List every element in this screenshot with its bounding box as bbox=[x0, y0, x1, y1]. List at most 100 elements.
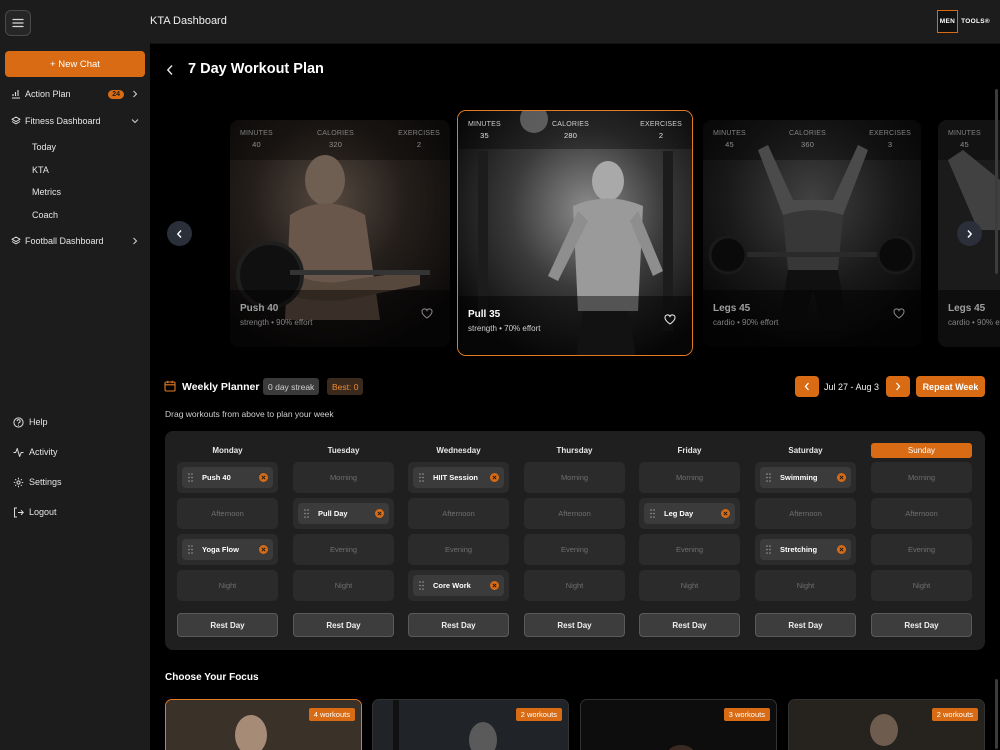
remove-icon[interactable] bbox=[259, 545, 268, 554]
remove-icon[interactable] bbox=[721, 509, 730, 518]
back-arrow-icon[interactable] bbox=[164, 63, 176, 77]
heart-icon[interactable] bbox=[420, 306, 434, 320]
scheduled-workout-slot[interactable]: HIIT Session bbox=[408, 462, 509, 493]
sidebar-item-football-dashboard[interactable]: Football Dashboard bbox=[10, 233, 140, 249]
empty-time-slot[interactable]: Afternoon bbox=[755, 498, 856, 529]
drag-handle-icon[interactable] bbox=[765, 473, 772, 483]
workout-pill[interactable]: Swimming bbox=[760, 467, 851, 488]
sidebar-item-label: Action Plan bbox=[25, 89, 71, 99]
empty-time-slot[interactable]: Evening bbox=[408, 534, 509, 565]
empty-time-slot[interactable]: Afternoon bbox=[177, 498, 278, 529]
sidebar-settings[interactable]: Settings bbox=[12, 475, 62, 489]
drag-handle-icon[interactable] bbox=[418, 473, 425, 483]
empty-time-slot[interactable]: Evening bbox=[871, 534, 972, 565]
empty-time-slot[interactable]: Morning bbox=[639, 462, 740, 493]
page-scrollbar[interactable] bbox=[995, 679, 998, 749]
drag-handle-icon[interactable] bbox=[649, 509, 656, 519]
empty-time-slot[interactable]: Morning bbox=[293, 462, 394, 493]
logout-icon bbox=[12, 506, 24, 518]
remove-icon[interactable] bbox=[375, 509, 384, 518]
scheduled-workout-slot[interactable]: Leg Day bbox=[639, 498, 740, 529]
remove-icon[interactable] bbox=[259, 473, 268, 482]
workout-name: Legs 45 bbox=[948, 303, 986, 314]
focus-card[interactable]: 4 workouts bbox=[165, 699, 362, 750]
workout-pill[interactable]: Leg Day bbox=[644, 503, 735, 524]
stat-exercises: EXERCISES 2 bbox=[398, 130, 440, 149]
brand-logo[interactable]: MEN TOOLS® bbox=[936, 9, 990, 34]
rest-day-button[interactable]: Rest Day bbox=[177, 613, 278, 637]
sidebar-subitem-today[interactable]: Today bbox=[32, 142, 56, 154]
sidebar-logout[interactable]: Logout bbox=[12, 505, 57, 519]
heart-icon[interactable] bbox=[892, 306, 906, 320]
focus-card[interactable]: 2 workouts bbox=[788, 699, 985, 750]
workout-pill[interactable]: Yoga Flow bbox=[182, 539, 273, 560]
rest-day-button[interactable]: Rest Day bbox=[524, 613, 625, 637]
sidebar-item-fitness-dashboard[interactable]: Fitness Dashboard bbox=[10, 113, 140, 129]
next-week-button[interactable] bbox=[886, 376, 910, 397]
empty-time-slot[interactable]: Evening bbox=[293, 534, 394, 565]
scheduled-workout-slot[interactable]: Yoga Flow bbox=[177, 534, 278, 565]
workout-name: Pull 35 bbox=[468, 309, 501, 320]
weekly-planner-grid: Monday Push 40 Afternoon Yoga Flow Night Rest… bbox=[165, 431, 985, 650]
workout-pill[interactable]: Stretching bbox=[760, 539, 851, 560]
drag-handle-icon[interactable] bbox=[187, 473, 194, 483]
empty-time-slot[interactable]: Morning bbox=[871, 462, 972, 493]
rest-day-button[interactable]: Rest Day bbox=[755, 613, 856, 637]
rest-day-button[interactable]: Rest Day bbox=[871, 613, 972, 637]
rest-day-button[interactable]: Rest Day bbox=[293, 613, 394, 637]
sidebar-subitem-metrics[interactable]: Metrics bbox=[32, 187, 61, 199]
empty-time-slot[interactable]: Evening bbox=[639, 534, 740, 565]
empty-time-slot[interactable]: Night bbox=[524, 570, 625, 601]
remove-icon[interactable] bbox=[837, 473, 846, 482]
focus-card[interactable]: 2 workouts bbox=[372, 699, 569, 750]
day-header-tuesday: Tuesday bbox=[327, 446, 360, 455]
empty-time-slot[interactable]: Night bbox=[871, 570, 972, 601]
rest-day-button[interactable]: Rest Day bbox=[639, 613, 740, 637]
remove-icon[interactable] bbox=[490, 581, 499, 590]
scheduled-workout-slot[interactable]: Stretching bbox=[755, 534, 856, 565]
drag-handle-icon[interactable] bbox=[187, 545, 194, 555]
drag-handle-icon[interactable] bbox=[765, 545, 772, 555]
workout-stats: MINUTES 45 bbox=[948, 130, 990, 149]
workout-card-pull-35[interactable]: MINUTES 35 CALORIES 280 EXERCISES 2 Pull 35… bbox=[457, 110, 693, 356]
scheduled-workout-slot[interactable]: Pull Day bbox=[293, 498, 394, 529]
sidebar-subitem-coach[interactable]: Coach bbox=[32, 210, 58, 222]
workout-pill[interactable]: Core Work bbox=[413, 575, 504, 596]
empty-time-slot[interactable]: Evening bbox=[524, 534, 625, 565]
remove-icon[interactable] bbox=[837, 545, 846, 554]
workout-pill[interactable]: Push 40 bbox=[182, 467, 273, 488]
rest-day-button[interactable]: Rest Day bbox=[408, 613, 509, 637]
sidebar-subitem-kta[interactable]: KTA bbox=[32, 165, 49, 177]
sidebar-item-action-plan[interactable]: Action Plan 24 bbox=[10, 86, 140, 102]
empty-time-slot[interactable]: Night bbox=[177, 570, 278, 601]
repeat-week-button[interactable]: Repeat Week bbox=[916, 376, 985, 397]
drag-handle-icon[interactable] bbox=[418, 581, 425, 591]
carousel-next-button[interactable] bbox=[957, 221, 982, 246]
empty-time-slot[interactable]: Night bbox=[293, 570, 394, 601]
menu-toggle-button[interactable] bbox=[5, 10, 31, 36]
scheduled-workout-slot[interactable]: Push 40 bbox=[177, 462, 278, 493]
workout-pill[interactable]: HIIT Session bbox=[413, 467, 504, 488]
new-chat-button[interactable]: + New Chat bbox=[5, 51, 145, 77]
heart-icon[interactable] bbox=[663, 312, 677, 326]
sidebar-activity[interactable]: Activity bbox=[12, 445, 58, 459]
empty-time-slot[interactable]: Afternoon bbox=[871, 498, 972, 529]
workout-card-push-40[interactable]: MINUTES 40 CALORIES 320 EXERCISES 2 Push 40… bbox=[230, 120, 450, 347]
scheduled-workout-slot[interactable]: Core Work bbox=[408, 570, 509, 601]
workout-pill[interactable]: Pull Day bbox=[298, 503, 389, 524]
focus-card[interactable]: 3 workouts bbox=[580, 699, 777, 750]
carousel-prev-button[interactable] bbox=[167, 221, 192, 246]
empty-time-slot[interactable]: Morning bbox=[524, 462, 625, 493]
remove-icon[interactable] bbox=[490, 473, 499, 482]
scheduled-workout-slot[interactable]: Swimming bbox=[755, 462, 856, 493]
empty-time-slot[interactable]: Afternoon bbox=[524, 498, 625, 529]
workout-card-legs-45[interactable]: MINUTES 45 CALORIES 360 EXERCISES 3 Legs 45… bbox=[703, 120, 921, 347]
previous-week-button[interactable] bbox=[795, 376, 819, 397]
carousel-scrollbar[interactable] bbox=[995, 89, 998, 274]
empty-time-slot[interactable]: Afternoon bbox=[408, 498, 509, 529]
sidebar-help[interactable]: Help bbox=[12, 415, 48, 429]
empty-time-slot[interactable]: Night bbox=[755, 570, 856, 601]
stat-exercises: EXERCISES 2 bbox=[640, 121, 682, 140]
empty-time-slot[interactable]: Night bbox=[639, 570, 740, 601]
drag-handle-icon[interactable] bbox=[303, 509, 310, 519]
